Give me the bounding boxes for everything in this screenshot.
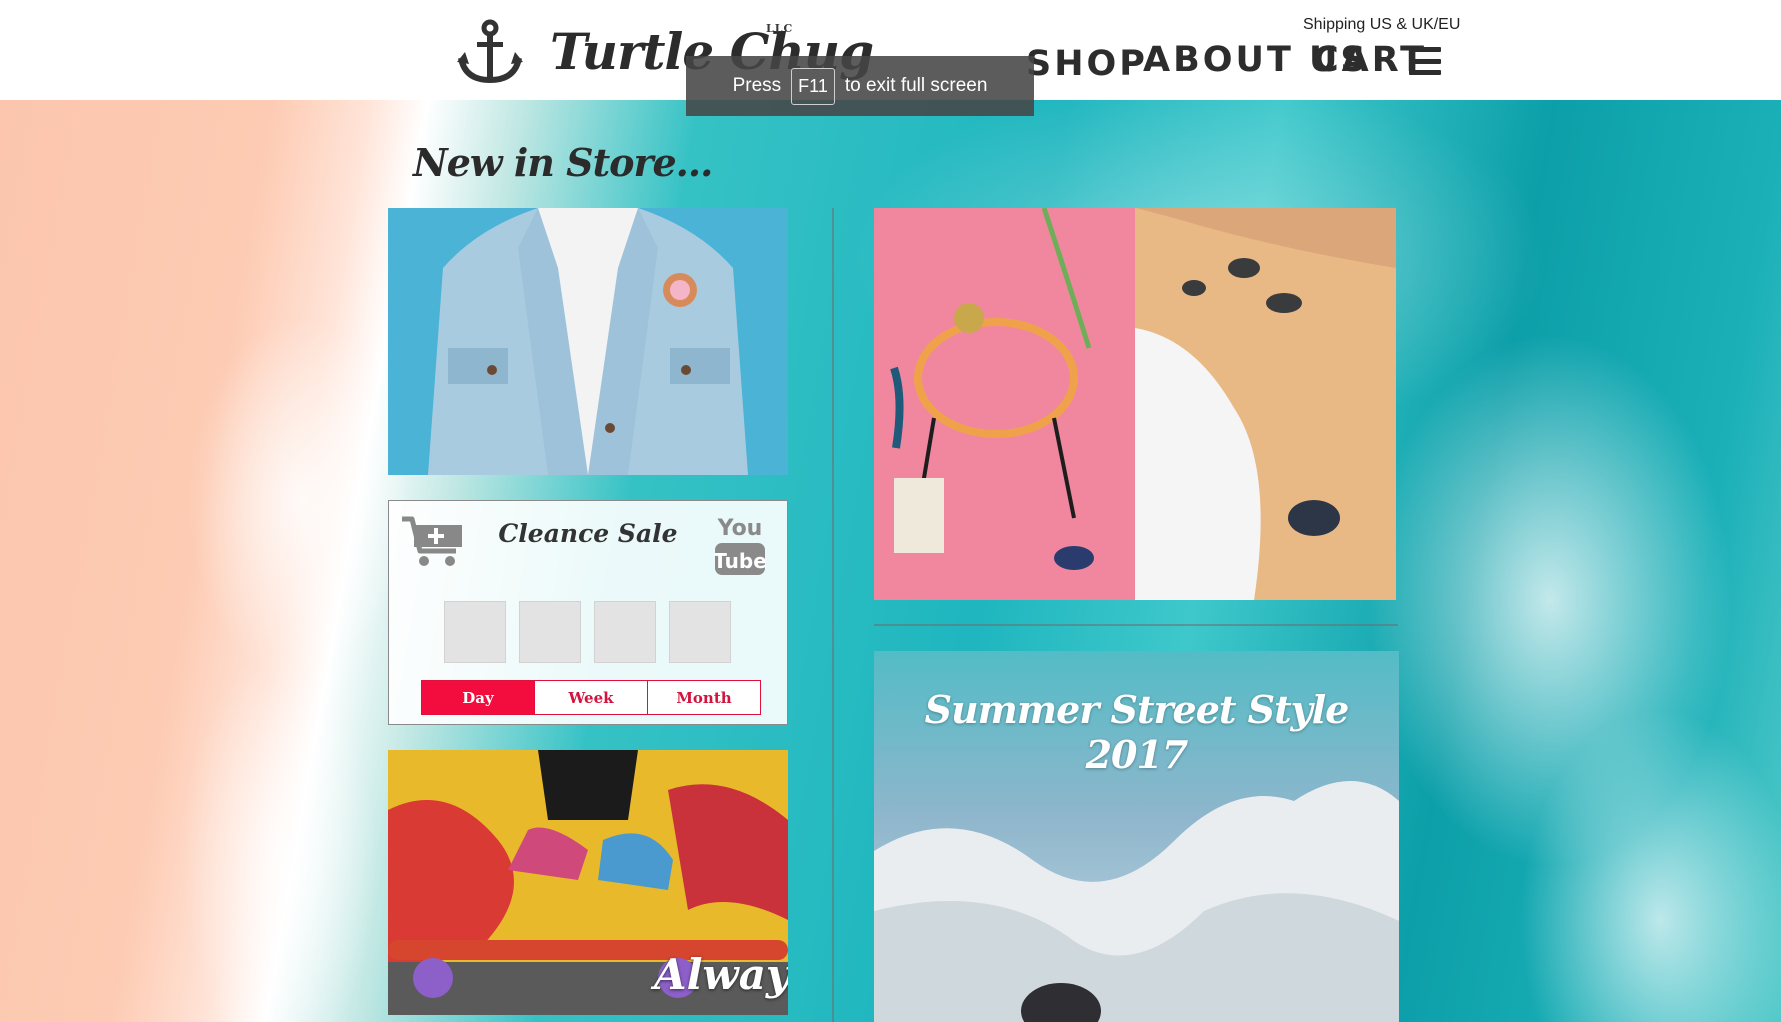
fullscreen-notice: Press F11 to exit full screen — [686, 56, 1034, 116]
column-divider — [832, 208, 834, 1022]
countdown-timer — [444, 601, 731, 663]
hamburger-bar — [1409, 47, 1441, 52]
hamburger-bar — [1409, 70, 1441, 75]
skateboard-photo[interactable]: Always — [388, 750, 788, 1015]
denim-jacket-photo[interactable] — [388, 208, 788, 475]
hamburger-bar — [1409, 58, 1441, 64]
nav-shop-link[interactable]: SHOP — [1026, 44, 1148, 84]
shipping-info[interactable]: Shipping US & UK/EU — [1303, 16, 1460, 34]
tab-month[interactable]: Month — [648, 681, 760, 714]
tab-day[interactable]: Day — [422, 681, 535, 714]
f11-key: F11 — [791, 67, 835, 105]
svg-text:You: You — [717, 516, 763, 541]
countdown-box — [594, 601, 656, 663]
summer-collage-photo[interactable] — [874, 208, 1396, 600]
countdown-box — [669, 601, 731, 663]
hamburger-menu-icon[interactable] — [1409, 47, 1441, 75]
main-content: New in Store... Cleance Sale You Tube Da… — [0, 0, 1781, 1022]
tab-week[interactable]: Week — [535, 681, 648, 714]
street-style-photo[interactable]: Summer Street Style 2017 — [874, 651, 1399, 1022]
anchor-icon[interactable] — [457, 18, 523, 84]
skate-caption: Always — [654, 950, 788, 999]
fullscreen-notice-prefix: Press — [732, 75, 782, 96]
svg-text:Tube: Tube — [714, 549, 766, 573]
fullscreen-notice-suffix: to exit full screen — [844, 75, 988, 96]
countdown-box — [444, 601, 506, 663]
street-style-title: Summer Street Style 2017 — [924, 687, 1350, 777]
row-divider — [874, 624, 1398, 626]
countdown-box — [519, 601, 581, 663]
period-tabs: Day Week Month — [421, 680, 761, 715]
section-title: New in Store... — [413, 140, 713, 185]
clearance-sale-card: Cleance Sale You Tube Day Week Month — [388, 500, 788, 725]
brand-suffix: LLC — [766, 22, 794, 35]
youtube-icon[interactable]: You Tube — [714, 511, 766, 577]
